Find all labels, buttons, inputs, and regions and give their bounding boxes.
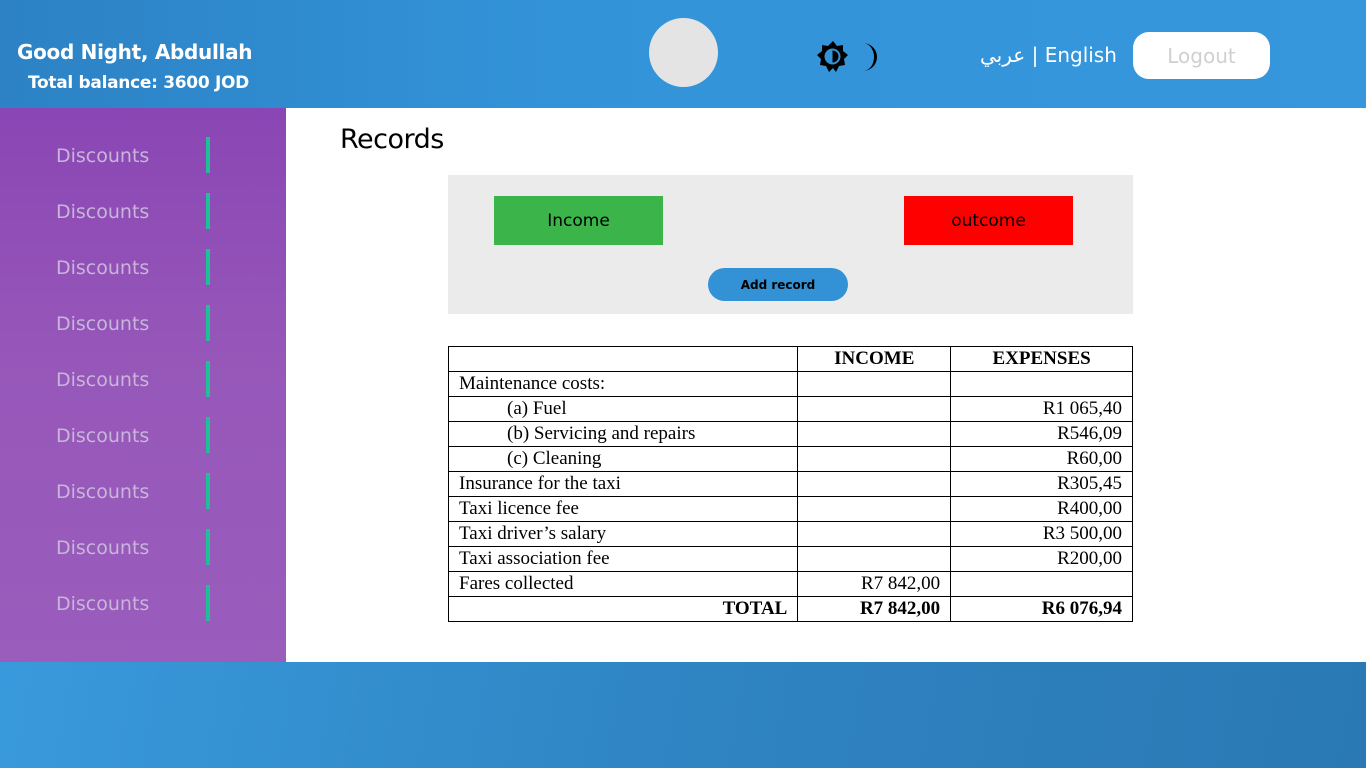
total-label: TOTAL: [447, 596, 799, 622]
records-table: INCOME EXPENSES Maintenance costs: (a) F…: [447, 346, 1133, 622]
table-row: Taxi driver’s salary R3 500,00: [447, 521, 1133, 547]
row-label: Maintenance costs:: [447, 371, 799, 397]
sidebar-item-indicator: [206, 417, 210, 453]
sidebar-item-discounts[interactable]: Discounts: [56, 361, 210, 397]
top-header: Good Night, Abdullah Total balance: 3600…: [0, 0, 1366, 108]
sidebar-item-indicator: [206, 361, 210, 397]
table-row: Taxi licence fee R400,00: [447, 496, 1133, 522]
sidebar-item-label: Discounts: [56, 369, 150, 391]
sidebar-item-label: Discounts: [56, 425, 150, 447]
sidebar-item-label: Discounts: [56, 313, 150, 335]
row-income: [797, 521, 952, 547]
sidebar-item-label: Discounts: [56, 201, 150, 223]
sidebar-item-indicator: [206, 305, 210, 341]
row-income: [797, 446, 952, 472]
table-row: (b) Servicing and repairs R546,09: [447, 421, 1133, 447]
row-label: (a) Fuel: [447, 396, 799, 422]
row-expenses: R200,00: [950, 546, 1133, 572]
row-label: Fares collected: [447, 571, 799, 597]
sidebar-item-discounts[interactable]: Discounts: [56, 529, 210, 565]
page-title: Records: [340, 124, 444, 155]
table-row: Insurance for the taxi R305,45: [447, 471, 1133, 497]
row-expenses: R60,00: [950, 446, 1133, 472]
row-label: (b) Servicing and repairs: [447, 421, 799, 447]
row-income: [797, 396, 952, 422]
table-row: Taxi association fee R200,00: [447, 546, 1133, 572]
row-label: Insurance for the taxi: [447, 471, 799, 497]
sidebar-item-discounts[interactable]: Discounts: [56, 585, 210, 621]
income-button[interactable]: Income: [494, 196, 663, 245]
row-label: (c) Cleaning: [447, 446, 799, 472]
sidebar-item-discounts[interactable]: Discounts: [56, 193, 210, 229]
row-label: Taxi association fee: [447, 546, 799, 572]
row-expenses: R400,00: [950, 496, 1133, 522]
table-row: Maintenance costs:: [447, 371, 1133, 397]
add-record-button[interactable]: Add record: [708, 268, 848, 301]
row-income: [797, 496, 952, 522]
row-income: [797, 546, 952, 572]
row-income: R7 842,00: [797, 571, 952, 597]
table-header-cell: [447, 346, 799, 372]
sidebar-item-indicator: [206, 137, 210, 173]
total-income: R7 842,00: [797, 596, 952, 622]
sidebar: Discounts Discounts Discounts Discounts …: [0, 108, 286, 662]
sidebar-item-label: Discounts: [56, 593, 150, 615]
outcome-button[interactable]: outcome: [904, 196, 1073, 245]
table-header-cell: EXPENSES: [950, 346, 1133, 372]
greeting-text: Good Night, Abdullah: [17, 40, 253, 64]
sidebar-item-label: Discounts: [56, 257, 150, 279]
row-income: [797, 421, 952, 447]
table-row: Fares collected R7 842,00: [447, 571, 1133, 597]
row-label: Taxi licence fee: [447, 496, 799, 522]
sidebar-item-discounts[interactable]: Discounts: [56, 417, 210, 453]
sidebar-item-label: Discounts: [56, 537, 150, 559]
logout-button[interactable]: Logout: [1133, 32, 1270, 79]
table-row: (c) Cleaning R60,00: [447, 446, 1133, 472]
sidebar-item-indicator: [206, 585, 210, 621]
row-expenses: R1 065,40: [950, 396, 1133, 422]
language-switcher: عربي | English: [980, 43, 1117, 67]
record-type-panel: Income outcome Add record: [448, 175, 1133, 314]
main-content: Records Income outcome Add record INCOME…: [286, 108, 1366, 662]
row-income: [797, 471, 952, 497]
row-income: [797, 371, 952, 397]
row-expenses: [950, 371, 1133, 397]
table-header-row: INCOME EXPENSES: [447, 346, 1133, 372]
lang-english-link[interactable]: English: [1045, 43, 1117, 67]
table-total-row: TOTAL R7 842,00 R6 076,94: [447, 596, 1133, 622]
sidebar-item-label: Discounts: [56, 145, 150, 167]
sidebar-item-indicator: [206, 193, 210, 229]
row-expenses: R546,09: [950, 421, 1133, 447]
sun-icon[interactable]: [817, 41, 849, 73]
sidebar-item-indicator: [206, 529, 210, 565]
lang-arabic-link[interactable]: عربي: [980, 43, 1025, 67]
total-balance: Total balance: 3600 JOD: [28, 73, 249, 93]
table-header-cell: INCOME: [797, 346, 952, 372]
sidebar-item-discounts[interactable]: Discounts: [56, 249, 210, 285]
lang-separator: |: [1031, 43, 1039, 67]
avatar[interactable]: [649, 18, 718, 87]
sidebar-item-discounts[interactable]: Discounts: [56, 305, 210, 341]
row-label: Taxi driver’s salary: [447, 521, 799, 547]
total-expenses: R6 076,94: [950, 596, 1133, 622]
row-expenses: [950, 571, 1133, 597]
sidebar-item-indicator: [206, 249, 210, 285]
sidebar-item-discounts[interactable]: Discounts: [56, 473, 210, 509]
row-expenses: R305,45: [950, 471, 1133, 497]
table-row: (a) Fuel R1 065,40: [447, 396, 1133, 422]
moon-icon[interactable]: [857, 41, 883, 73]
sidebar-item-indicator: [206, 473, 210, 509]
sidebar-item-label: Discounts: [56, 481, 150, 503]
sidebar-item-discounts[interactable]: Discounts: [56, 137, 210, 173]
row-expenses: R3 500,00: [950, 521, 1133, 547]
